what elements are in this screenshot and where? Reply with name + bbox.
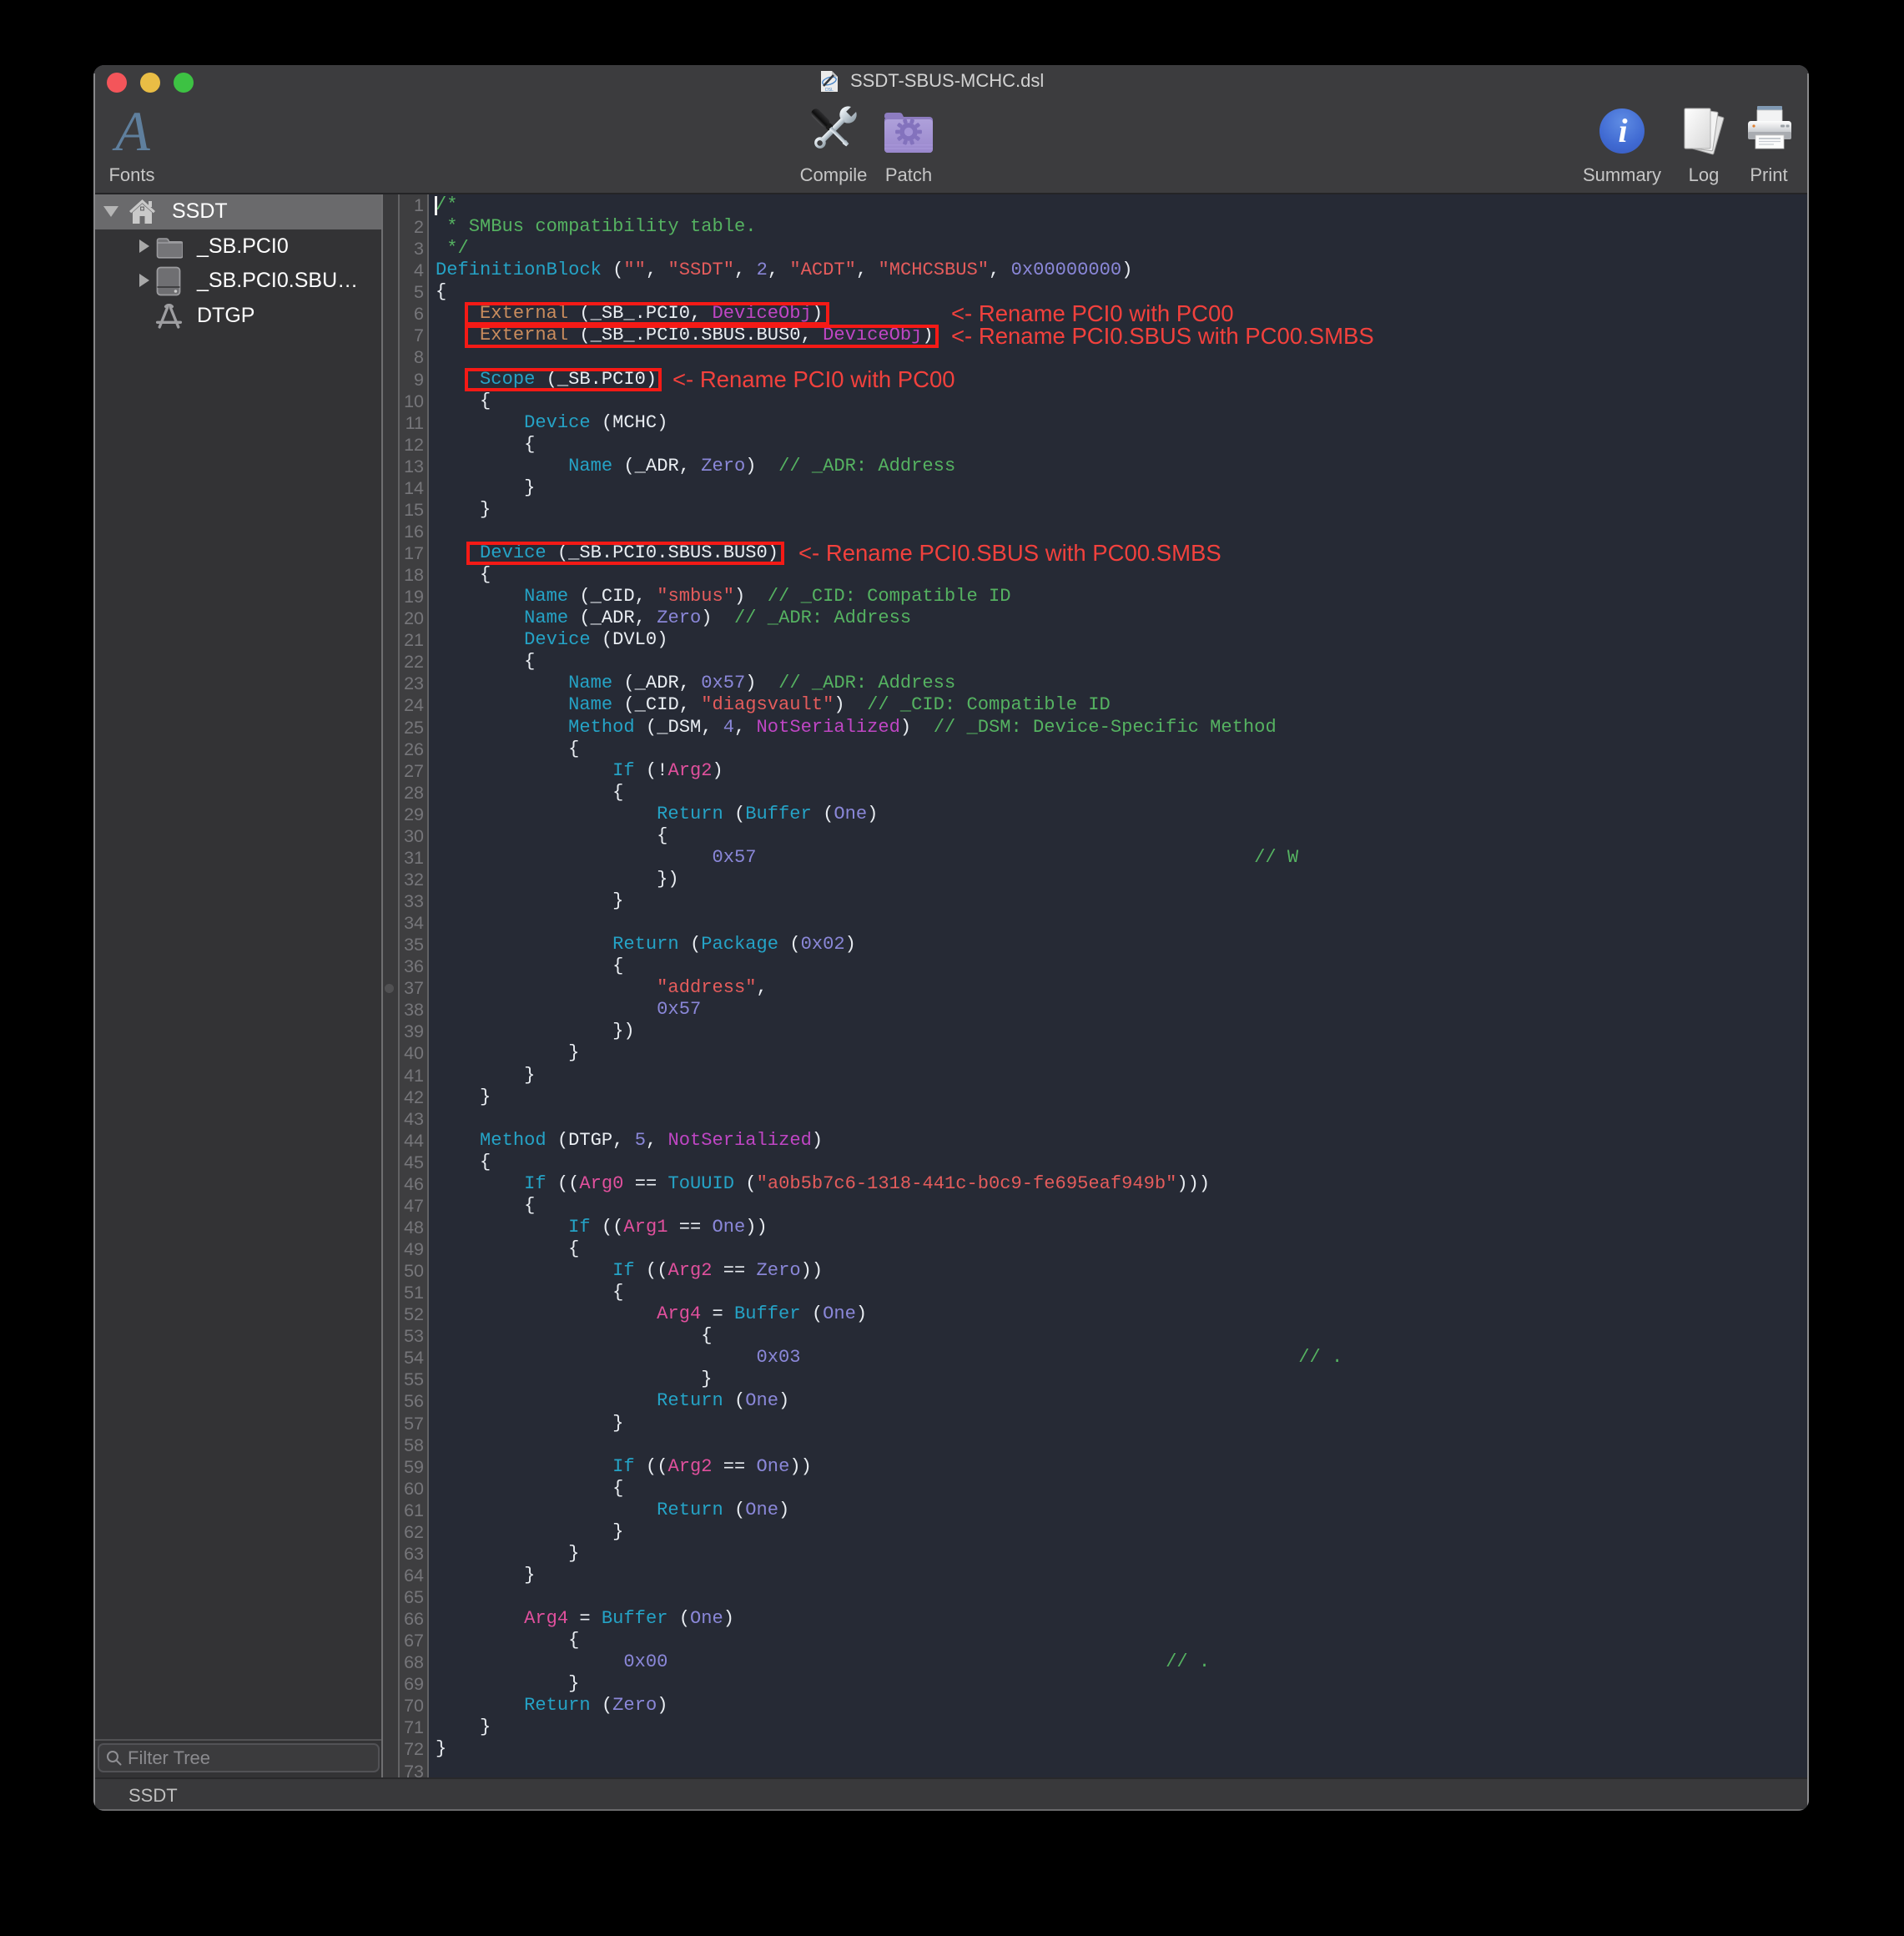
svg-text:i: i xyxy=(1618,112,1627,149)
svg-text:DSL: DSL xyxy=(825,88,834,93)
